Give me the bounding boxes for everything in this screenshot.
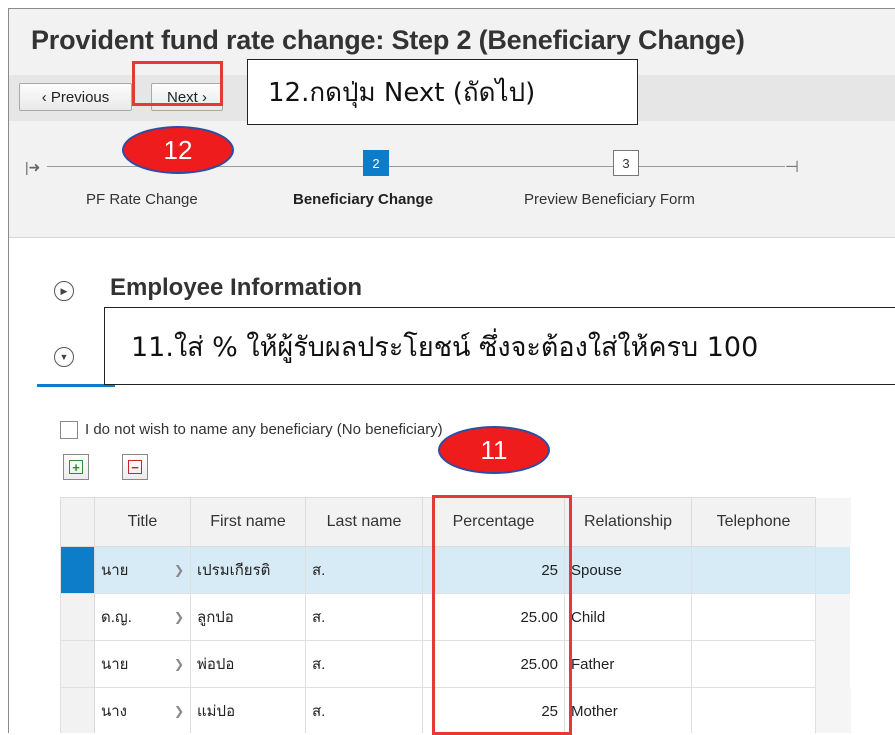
- first-name-field[interactable]: แม่ปอ: [190, 687, 306, 733]
- previous-button[interactable]: ‹ Previous: [19, 83, 132, 111]
- expand-employee-info-icon[interactable]: ▶: [54, 281, 74, 301]
- telephone-field[interactable]: [691, 546, 816, 594]
- telephone-field[interactable]: [691, 640, 816, 688]
- roadmap-step-1-label[interactable]: PF Rate Change: [86, 191, 198, 208]
- last-name-field[interactable]: ส.: [305, 546, 423, 594]
- roadmap-end-icon: ⊣: [785, 159, 799, 176]
- scroll-gutter: [815, 546, 851, 594]
- no-beneficiary-label: I do not wish to name any beneficiary (N…: [85, 421, 443, 438]
- first-name-field[interactable]: เปรมเกียรติ: [190, 546, 306, 594]
- roadmap-track: [639, 166, 785, 167]
- relationship-field[interactable]: Spouse: [564, 546, 692, 594]
- collapse-beneficiary-icon[interactable]: ▼: [54, 347, 74, 367]
- column-header-title[interactable]: Title: [94, 497, 191, 547]
- title-select[interactable]: นาย ❯: [94, 546, 191, 594]
- column-header-relationship[interactable]: Relationship: [564, 497, 692, 547]
- title-select[interactable]: ด.ญ. ❯: [94, 593, 191, 641]
- title-select[interactable]: นาง ❯: [94, 687, 191, 733]
- row-selector-header: [60, 497, 95, 547]
- employee-info-title: Employee Information: [110, 274, 363, 301]
- remove-row-button[interactable]: −: [122, 454, 148, 480]
- no-beneficiary-checkbox[interactable]: [60, 421, 78, 439]
- telephone-field[interactable]: [691, 593, 816, 641]
- row-selector[interactable]: [60, 546, 95, 594]
- roadmap-step-3[interactable]: 3: [613, 150, 639, 176]
- title-select[interactable]: นาย ❯: [94, 640, 191, 688]
- first-name-field[interactable]: พ่อปอ: [190, 640, 306, 688]
- roadmap-start-icon: |➜: [25, 159, 41, 175]
- chevron-down-icon[interactable]: ❯: [174, 610, 184, 624]
- relationship-field[interactable]: Mother: [564, 687, 692, 733]
- step-12-badge: 12: [122, 126, 234, 174]
- last-name-field[interactable]: ส.: [305, 640, 423, 688]
- scroll-gutter: [815, 640, 851, 688]
- last-name-field[interactable]: ส.: [305, 593, 423, 641]
- roadmap-step-2[interactable]: 2: [363, 150, 389, 176]
- page-title: Provident fund rate change: Step 2 (Bene…: [31, 25, 745, 55]
- scroll-gutter: [815, 687, 851, 733]
- row-selector[interactable]: [60, 640, 95, 688]
- roadmap-track: [389, 166, 613, 167]
- step-12-callout: 12.กดปุ่ม Next (ถัดไป): [247, 59, 638, 125]
- column-header-telephone[interactable]: Telephone: [691, 497, 816, 547]
- last-name-field[interactable]: ส.: [305, 687, 423, 733]
- roadmap-step-3-label[interactable]: Preview Beneficiary Form: [524, 191, 695, 208]
- chevron-down-icon[interactable]: ❯: [174, 704, 184, 718]
- scroll-gutter: [815, 593, 851, 641]
- column-header-first-name[interactable]: First name: [190, 497, 306, 547]
- plus-icon: +: [69, 460, 83, 474]
- step-11-badge: 11: [438, 426, 550, 474]
- telephone-field[interactable]: [691, 687, 816, 733]
- chevron-down-icon[interactable]: ❯: [174, 657, 184, 671]
- next-button-highlight: [132, 61, 223, 106]
- step-11-callout: 11.ใส่ % ให้ผู้รับผลประโยชน์ ซึ่งจะต้องใ…: [104, 307, 895, 385]
- row-selector[interactable]: [60, 687, 95, 733]
- row-selector[interactable]: [60, 593, 95, 641]
- percentage-column-highlight: [432, 495, 572, 735]
- column-header-last-name[interactable]: Last name: [305, 497, 423, 547]
- scroll-gutter: [815, 497, 851, 547]
- add-row-button[interactable]: +: [63, 454, 89, 480]
- roadmap-step-2-label[interactable]: Beneficiary Change: [293, 191, 433, 208]
- chevron-down-icon[interactable]: ❯: [174, 563, 184, 577]
- minus-icon: −: [128, 460, 142, 474]
- relationship-field[interactable]: Father: [564, 640, 692, 688]
- relationship-field[interactable]: Child: [564, 593, 692, 641]
- first-name-field[interactable]: ลูกปอ: [190, 593, 306, 641]
